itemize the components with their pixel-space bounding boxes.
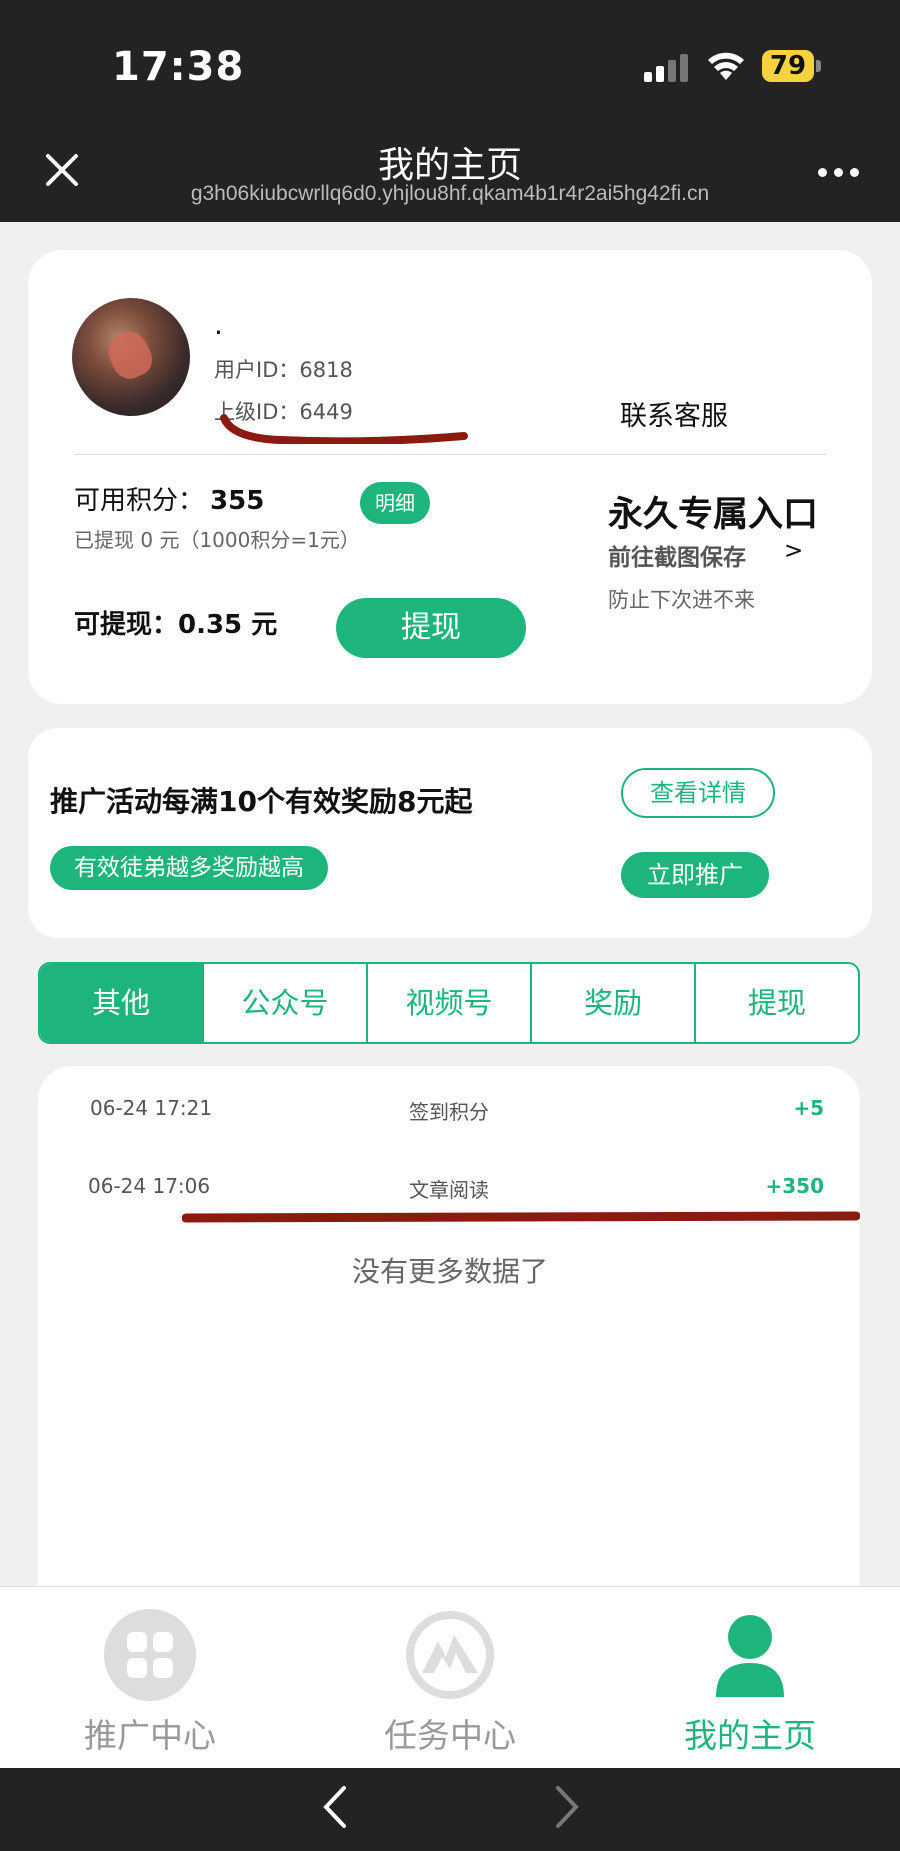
tab-other[interactable]: 其他 bbox=[40, 964, 202, 1042]
record-value: +5 bbox=[793, 1096, 824, 1120]
nav-my-homepage[interactable]: 我的主页 bbox=[600, 1587, 900, 1769]
tab-rewards[interactable]: 奖励 bbox=[530, 964, 694, 1042]
page-url: g3h06kiubcwrllq6d0.yhjlou8hf.qkam4b1r4r2… bbox=[190, 182, 710, 205]
avatar[interactable] bbox=[72, 298, 190, 416]
tab-withdrawals[interactable]: 提现 bbox=[694, 964, 858, 1042]
promo-title: 推广活动每满10个有效奖励8元起 bbox=[50, 785, 473, 818]
nav-promo-center[interactable]: 推广中心 bbox=[0, 1587, 300, 1769]
view-details-button[interactable]: 查看详情 bbox=[621, 768, 775, 818]
record-title: 签到积分 bbox=[409, 1100, 489, 1124]
back-arrow-icon[interactable] bbox=[320, 1784, 350, 1830]
page-title: 我的主页 bbox=[377, 145, 522, 186]
withdrawable-amount: 可提现：0.35 元 bbox=[74, 610, 278, 640]
profile-card: . 用户ID：6818 上级ID：6449 联系客服 可用积分： 355 明细 已… bbox=[28, 250, 872, 704]
record-value: +350 bbox=[765, 1174, 824, 1198]
grid-icon bbox=[104, 1609, 196, 1701]
record-tabs: 其他 公众号 视频号 奖励 提现 bbox=[38, 962, 860, 1044]
points-detail-button[interactable]: 明细 bbox=[360, 482, 430, 524]
exclusive-entry-note: 防止下次进不来 bbox=[608, 588, 755, 612]
promo-tag: 有效徒弟越多奖励越高 bbox=[50, 846, 328, 890]
chevron-right-icon[interactable]: > bbox=[784, 538, 803, 564]
record-title: 文章阅读 bbox=[409, 1178, 489, 1202]
nav-label: 推广中心 bbox=[84, 1716, 216, 1755]
mountain-icon bbox=[406, 1611, 494, 1699]
nav-label: 我的主页 bbox=[684, 1716, 816, 1755]
nav-label: 任务中心 bbox=[384, 1716, 516, 1755]
bottom-nav: 推广中心 任务中心 我的主页 bbox=[0, 1586, 900, 1768]
forward-arrow-icon[interactable] bbox=[552, 1784, 582, 1830]
no-more-data: 没有更多数据了 bbox=[351, 1255, 548, 1288]
withdraw-button[interactable]: 提现 bbox=[336, 598, 526, 658]
tab-video-account[interactable]: 视频号 bbox=[366, 964, 530, 1042]
annotation-underline bbox=[182, 1211, 860, 1223]
records-list: 06-24 17:21 签到积分 +5 06-24 17:06 文章阅读 +35… bbox=[38, 1066, 860, 1606]
withdrawn-summary: 已提现 0 元（1000积分=1元） bbox=[74, 528, 360, 552]
status-time: 17:38 bbox=[112, 44, 245, 90]
top-bar: 17:38 79 我的主页 g3h06kiubcwrllq6d0.yhjlou8… bbox=[0, 0, 900, 222]
battery-indicator: 79 bbox=[762, 50, 814, 82]
tab-official-account[interactable]: 公众号 bbox=[202, 964, 366, 1042]
available-points: 可用积分： 355 bbox=[74, 480, 264, 517]
promo-card: 推广活动每满10个有效奖励8元起 有效徒弟越多奖励越高 查看详情 立即推广 bbox=[28, 728, 872, 938]
cellular-signal-icon bbox=[644, 52, 690, 82]
divider bbox=[74, 454, 826, 455]
contact-support-link[interactable]: 联系客服 bbox=[620, 394, 728, 433]
browser-nav-bar bbox=[0, 1768, 900, 1851]
points-label: 可用积分： bbox=[74, 486, 205, 516]
save-screenshot-link[interactable]: 前往截图保存 bbox=[608, 538, 746, 572]
user-id: 用户ID：6818 bbox=[214, 358, 353, 382]
list-item: 06-24 17:21 签到积分 +5 bbox=[38, 1096, 860, 1136]
wifi-icon bbox=[708, 52, 744, 80]
points-value: 355 bbox=[210, 486, 265, 516]
exclusive-entry-title: 永久专属入口 bbox=[608, 495, 819, 535]
nickname: . bbox=[214, 308, 223, 341]
nav-task-center[interactable]: 任务中心 bbox=[300, 1587, 600, 1769]
person-icon bbox=[716, 1615, 784, 1697]
more-options-icon[interactable] bbox=[818, 168, 860, 178]
annotation-underline bbox=[220, 414, 468, 444]
battery-nub bbox=[816, 60, 821, 72]
promote-now-button[interactable]: 立即推广 bbox=[621, 852, 769, 898]
